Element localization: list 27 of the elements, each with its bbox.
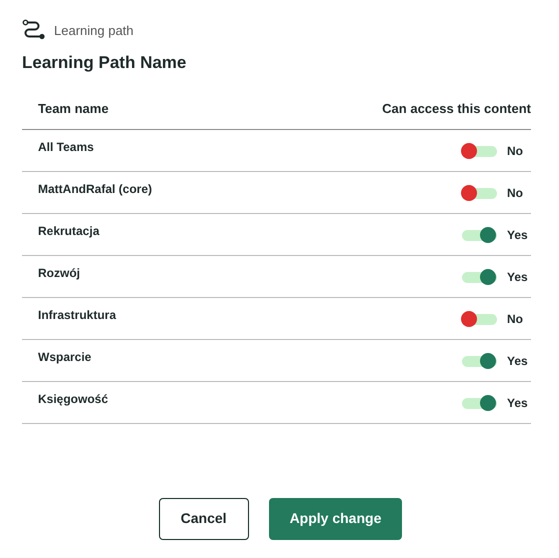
toggle-switch[interactable] — [461, 395, 497, 411]
cancel-button[interactable]: Cancel — [158, 498, 249, 540]
access-value: No — [507, 143, 523, 160]
toggle-switch[interactable] — [461, 269, 497, 285]
access-value: Yes — [507, 269, 528, 286]
section-label: Learning path — [54, 22, 134, 40]
team-name: All Teams — [38, 139, 94, 156]
access-value: No — [507, 311, 523, 328]
toggle-switch[interactable] — [461, 353, 497, 369]
apply-button[interactable]: Apply change — [268, 498, 402, 540]
access-value: Yes — [507, 395, 528, 412]
access-value: Yes — [507, 227, 528, 244]
page-title: Learning Path Name — [22, 52, 188, 74]
toggle-switch[interactable] — [461, 311, 497, 327]
team-name: Rozwój — [38, 265, 80, 282]
toggle-switch[interactable] — [461, 185, 497, 201]
team-name: Wsparcie — [38, 349, 92, 366]
team-name: Infrastruktura — [38, 307, 116, 324]
column-header: Can access this content — [382, 100, 531, 118]
column-header: Team name — [38, 100, 109, 118]
team-name: Księgowość — [38, 391, 108, 408]
access-value: Yes — [507, 353, 528, 370]
toggle-switch[interactable] — [461, 227, 497, 243]
toggle-switch[interactable] — [461, 143, 497, 159]
access-value: No — [507, 185, 523, 202]
team-name: Rekrutacja — [38, 223, 100, 240]
team-name: MattAndRafal (core) — [38, 181, 152, 198]
